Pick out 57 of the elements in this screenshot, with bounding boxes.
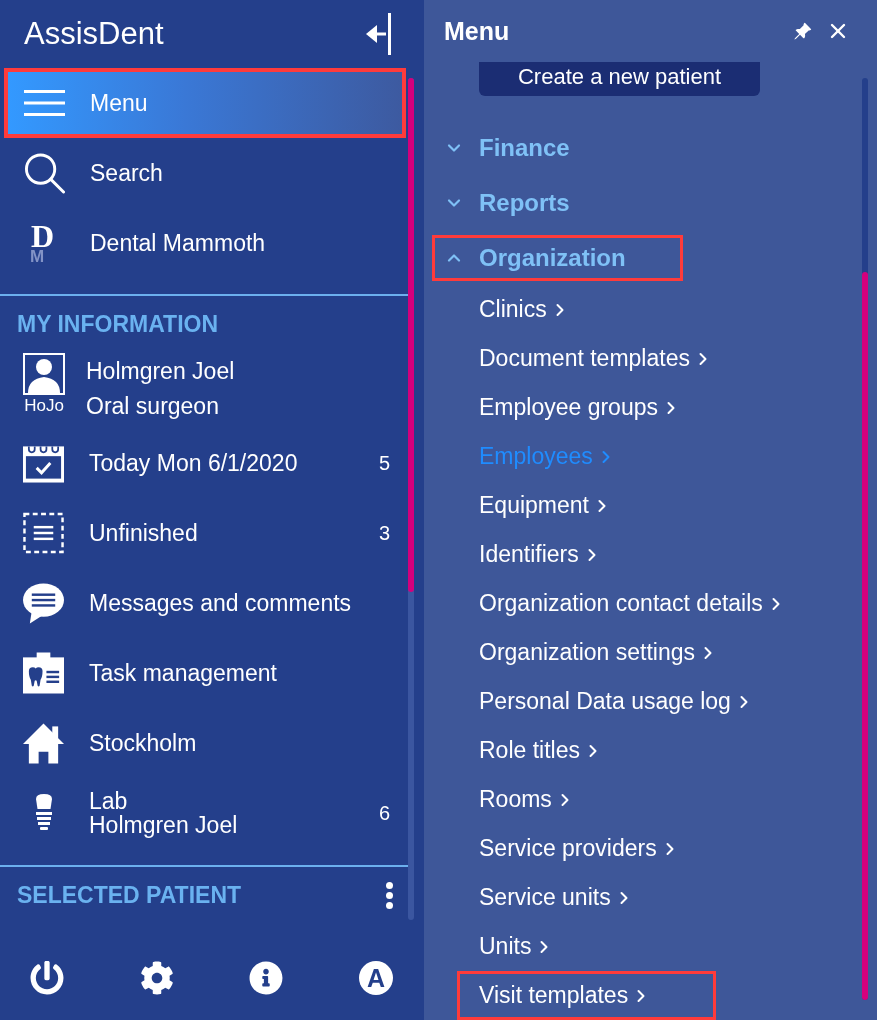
nav-item[interactable]: D M Dental Mammoth	[4, 208, 406, 278]
section-toggle[interactable]: Organization	[432, 234, 683, 281]
menu-link[interactable]: Equipment	[457, 481, 677, 530]
menu-link[interactable]: Employee groups	[457, 383, 746, 432]
info-icon[interactable]	[249, 960, 284, 995]
item-count: 3	[378, 521, 390, 545]
more-options-icon[interactable]	[386, 881, 393, 909]
dashed-list-icon	[23, 512, 64, 554]
menu-link[interactable]: Units	[457, 922, 620, 971]
power-icon[interactable]	[30, 960, 64, 995]
menu-link[interactable]: Clinics	[457, 285, 635, 334]
panel-title: Menu	[444, 16, 510, 46]
create-button[interactable]: Create a new patient	[479, 62, 760, 96]
calendar-icon	[23, 443, 64, 483]
arrow-left-to-line-icon[interactable]	[366, 13, 392, 55]
nav-item[interactable]: Unfinished 3	[0, 498, 408, 568]
nav-item[interactable]: Search	[4, 138, 406, 208]
scrollbar-thumb[interactable]	[862, 271, 868, 1000]
item-count: 5	[378, 451, 390, 475]
menu-link[interactable]: Rooms	[457, 775, 640, 824]
scrollbar-thumb[interactable]	[408, 78, 414, 592]
section-heading: SELECTED PATIENT	[17, 881, 242, 909]
chat-bubble-icon	[23, 582, 64, 624]
tooth-clipboard-icon	[23, 652, 64, 694]
app-title: AssisDent	[24, 15, 164, 53]
menu-icon	[24, 90, 65, 116]
user-initials: HoJo	[24, 395, 64, 417]
nav-item[interactable]: Stockholm	[0, 708, 408, 778]
avatar-icon	[23, 353, 65, 395]
nav-item[interactable]: Today Mon 6/1/2020 5	[0, 428, 408, 498]
section-heading: MY INFORMATION	[17, 310, 219, 338]
menu-link[interactable]: Service units	[457, 873, 699, 922]
section-toggle[interactable]: Finance	[432, 124, 627, 171]
menu-link[interactable]: Organization settings	[457, 628, 784, 677]
menu-link[interactable]: Personal Data usage log	[457, 677, 819, 726]
pin-icon[interactable]	[793, 21, 812, 41]
house-icon	[23, 722, 64, 764]
user-name: Holmgren Joel	[86, 357, 235, 386]
item-count: 6	[378, 801, 390, 825]
nav-item[interactable]: Task management	[0, 638, 408, 708]
logo-letter: M	[30, 250, 45, 263]
menu-link[interactable]: Service providers	[457, 824, 745, 873]
menu-link[interactable]: Visit templates	[457, 971, 717, 1020]
search-icon	[24, 152, 65, 194]
nav-item[interactable]: Menu	[4, 68, 406, 138]
menu-link[interactable]: Identifiers	[457, 530, 667, 579]
profile-button[interactable]: A	[358, 960, 393, 995]
logo-letter: D	[31, 223, 55, 250]
menu-link[interactable]: Organization contact details	[457, 579, 851, 628]
menu-link[interactable]: Document templates	[457, 334, 778, 383]
user-role: Oral surgeon	[86, 392, 220, 421]
section-toggle[interactable]: Reports	[432, 179, 627, 226]
menu-link[interactable]: Role titles	[457, 726, 668, 775]
nav-item[interactable]: Lab Holmgren Joel 6	[0, 778, 408, 848]
nav-item[interactable]: Messages and comments	[0, 568, 408, 638]
settings-icon[interactable]	[139, 960, 174, 995]
tooth-implant-icon	[34, 794, 53, 832]
